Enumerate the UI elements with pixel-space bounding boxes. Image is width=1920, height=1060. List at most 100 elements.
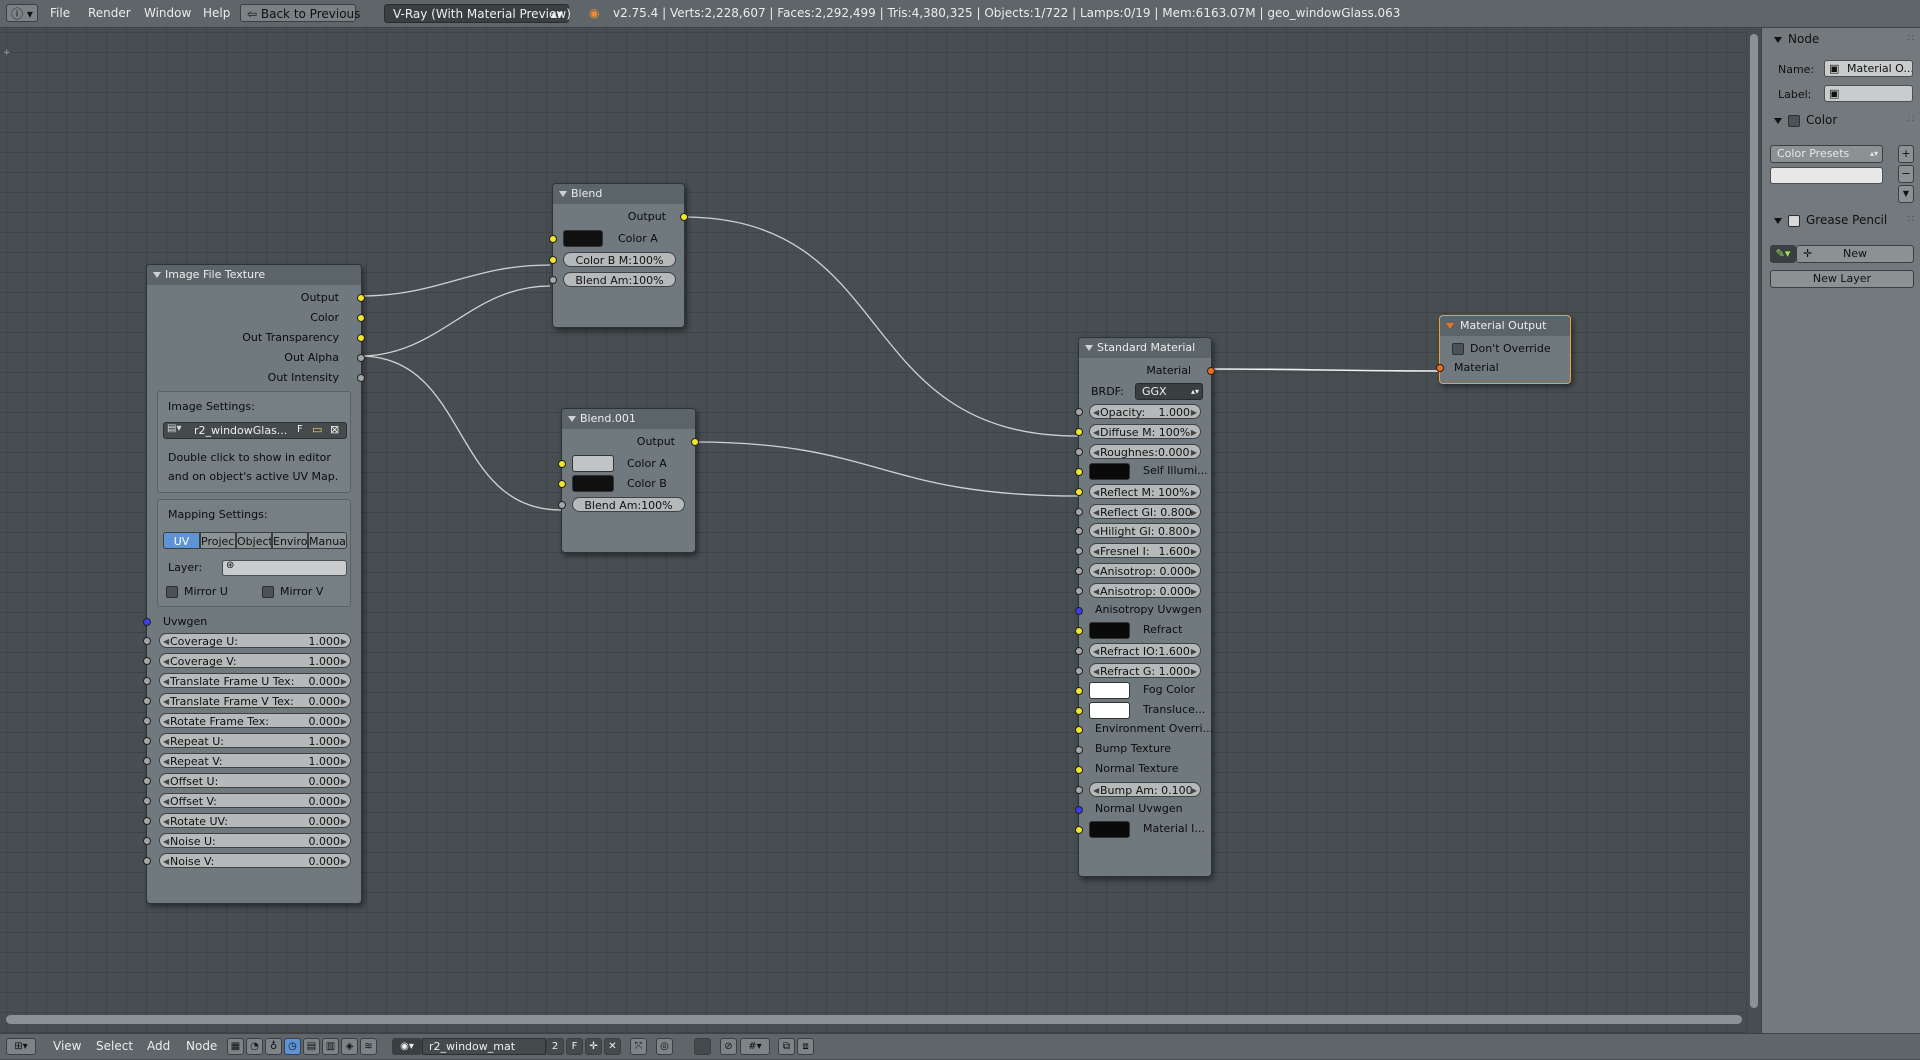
bump-texture-socket[interactable] bbox=[1075, 746, 1083, 755]
menu-view[interactable]: View bbox=[53, 1034, 81, 1059]
anisotropy-socket[interactable] bbox=[1075, 567, 1083, 576]
opacity-socket[interactable] bbox=[1075, 408, 1083, 416]
paste-nodes-icon[interactable]: ⧈ bbox=[797, 1038, 814, 1055]
param-field[interactable]: ◀ Translate Frame U Tex: 0.000 ▶ bbox=[159, 673, 351, 688]
menu-file[interactable]: File bbox=[50, 0, 70, 27]
vertical-scrollbar[interactable] bbox=[1750, 34, 1758, 1008]
param-input-socket[interactable] bbox=[143, 797, 151, 805]
left-arrow-icon[interactable]: ◀ bbox=[163, 654, 169, 667]
color-socket[interactable] bbox=[357, 314, 365, 322]
refract-socket[interactable] bbox=[1075, 626, 1083, 635]
fake-user-toggle[interactable]: F bbox=[297, 424, 303, 435]
node-header[interactable]: Blend bbox=[553, 184, 684, 204]
copy-nodes-icon[interactable]: ⧉ bbox=[778, 1038, 795, 1055]
color-b-multiplier-field[interactable]: Color B M:100% bbox=[563, 252, 676, 267]
param-field[interactable]: ◀ Coverage V: 1.000 ▶ bbox=[159, 653, 351, 668]
param-input-socket[interactable] bbox=[143, 717, 151, 725]
refract-glossiness-socket[interactable] bbox=[1075, 666, 1083, 675]
blend-amount-socket[interactable] bbox=[558, 501, 566, 509]
blend-amount-field[interactable]: Blend Am:100% bbox=[563, 272, 676, 287]
editor-type-button[interactable]: ⓘ ▾ bbox=[6, 4, 38, 22]
collapse-icon[interactable] bbox=[153, 272, 161, 278]
brdf-select[interactable]: GGX ▴▾ bbox=[1135, 383, 1203, 400]
color-b-socket[interactable] bbox=[549, 256, 557, 264]
right-arrow-icon[interactable]: ▶ bbox=[1191, 664, 1197, 677]
color-a-swatch[interactable] bbox=[572, 455, 614, 472]
left-arrow-icon[interactable]: ◀ bbox=[163, 674, 169, 687]
close-icon[interactable]: ✕ bbox=[604, 1038, 621, 1055]
add-preset-button[interactable]: + bbox=[1898, 145, 1914, 163]
node-header[interactable]: Standard Material bbox=[1079, 338, 1211, 358]
backdrop-icon[interactable] bbox=[694, 1038, 711, 1055]
fresnel-ior-field[interactable]: ◀ Fresnel I: 1.600 ▶ bbox=[1089, 543, 1201, 559]
grease-pencil-panel-header[interactable]: Grease Pencil bbox=[1762, 209, 1887, 231]
left-arrow-icon[interactable]: ◀ bbox=[1093, 485, 1099, 498]
refract-ior-socket[interactable] bbox=[1075, 646, 1083, 655]
anisotropy-rotation-socket[interactable] bbox=[1075, 587, 1083, 596]
reflect-glossiness-field[interactable]: ◀ Reflect Gl: 0.800 ▶ bbox=[1089, 503, 1201, 519]
bump-amount-socket[interactable] bbox=[1075, 786, 1083, 795]
refract-glossiness-field[interactable]: ◀ Refract G: 1.000 ▶ bbox=[1089, 662, 1201, 678]
normal-uvwgen-socket[interactable] bbox=[1075, 806, 1083, 814]
lamp-icon[interactable]: ♁ bbox=[265, 1038, 282, 1055]
right-arrow-icon[interactable]: ▶ bbox=[1191, 405, 1197, 418]
fresnel-ior-socket[interactable] bbox=[1075, 547, 1083, 556]
drag-handle-icon[interactable]: ∷ bbox=[1908, 214, 1915, 225]
left-arrow-icon[interactable]: ◀ bbox=[1093, 425, 1099, 438]
node-header[interactable]: Image File Texture bbox=[147, 265, 361, 285]
right-arrow-icon[interactable]: ▶ bbox=[1191, 445, 1197, 458]
right-arrow-icon[interactable]: ▶ bbox=[341, 674, 347, 687]
close-icon[interactable]: ⊠ bbox=[330, 423, 339, 436]
param-field[interactable]: ◀ Rotate UV: 0.000 ▶ bbox=[159, 813, 351, 828]
out-alpha-socket[interactable] bbox=[357, 354, 365, 362]
color-a-socket[interactable] bbox=[558, 460, 566, 468]
self-illumination-swatch[interactable] bbox=[1089, 462, 1130, 480]
node-header[interactable]: Material Output bbox=[1440, 316, 1570, 336]
image-selector[interactable]: ▤▾ r2_windowGlas... F ▭ ⊠ bbox=[163, 422, 347, 439]
left-arrow-icon[interactable]: ◀ bbox=[1093, 544, 1099, 557]
texture-icon[interactable]: ▤ bbox=[303, 1038, 320, 1055]
right-arrow-icon[interactable]: ▶ bbox=[341, 794, 347, 807]
diffuse-field[interactable]: ◀ Diffuse M: 100% ▶ bbox=[1089, 423, 1201, 439]
left-arrow-icon[interactable]: ◀ bbox=[1093, 644, 1099, 657]
mapping-tab-object[interactable]: Object bbox=[236, 532, 272, 549]
remove-preset-button[interactable]: − bbox=[1898, 165, 1914, 183]
editor-type-button[interactable]: ⊞▾ bbox=[6, 1038, 36, 1055]
mirror-v-checkbox[interactable] bbox=[262, 586, 274, 598]
left-arrow-icon[interactable]: ◀ bbox=[163, 634, 169, 647]
param-input-socket[interactable] bbox=[143, 757, 151, 765]
translucency-swatch[interactable] bbox=[1089, 701, 1130, 719]
menu-add[interactable]: Add bbox=[147, 1034, 170, 1059]
param-input-socket[interactable] bbox=[143, 637, 151, 645]
node-panel-header[interactable]: Node bbox=[1762, 28, 1819, 50]
right-arrow-icon[interactable]: ▶ bbox=[341, 754, 347, 767]
anisotropy-rotation-field[interactable]: ◀ Anisotrop: 0.000 ▶ bbox=[1089, 583, 1201, 599]
self-illumination-socket[interactable] bbox=[1075, 467, 1083, 476]
right-arrow-icon[interactable]: ▶ bbox=[341, 634, 347, 647]
bump-amount-field[interactable]: ◀ Bump Am: 0.100 ▶ bbox=[1089, 782, 1201, 798]
new-grease-pencil-button[interactable]: ✛ New bbox=[1796, 245, 1914, 263]
open-folder-icon[interactable]: ▭ bbox=[312, 423, 322, 436]
param-input-socket[interactable] bbox=[143, 857, 151, 865]
reflect-field[interactable]: ◀ Reflect M: 100% ▶ bbox=[1089, 483, 1201, 499]
refract-ior-field[interactable]: ◀ Refract IO:1.600 ▶ bbox=[1089, 642, 1201, 658]
left-arrow-icon[interactable]: ◀ bbox=[1093, 405, 1099, 418]
left-arrow-icon[interactable]: ◀ bbox=[1093, 564, 1099, 577]
param-field[interactable]: ◀ Noise U: 0.000 ▶ bbox=[159, 833, 351, 848]
use-nodes-icon[interactable]: ⤧ bbox=[630, 1038, 647, 1055]
left-arrow-icon[interactable]: ◀ bbox=[163, 754, 169, 767]
left-arrow-icon[interactable]: ◀ bbox=[1093, 445, 1099, 458]
color-panel-header[interactable]: Color bbox=[1762, 109, 1837, 131]
blend-001-node[interactable]: Blend.001 Output Color A Color B Blend A… bbox=[558, 408, 699, 553]
color-b-swatch[interactable] bbox=[572, 475, 614, 492]
material-id-swatch[interactable] bbox=[1089, 820, 1130, 838]
right-arrow-icon[interactable]: ▶ bbox=[341, 734, 347, 747]
left-arrow-icon[interactable]: ◀ bbox=[163, 834, 169, 847]
color-presets-select[interactable]: Color Presets ▴▾ bbox=[1770, 145, 1883, 163]
param-field[interactable]: ◀ Translate Frame V Tex: 0.000 ▶ bbox=[159, 693, 351, 708]
collapse-icon[interactable] bbox=[568, 416, 576, 422]
menu-window[interactable]: Window bbox=[144, 0, 191, 27]
blend-node[interactable]: Blend Output Color A Color B M:100% Blen… bbox=[549, 183, 688, 328]
param-input-socket[interactable] bbox=[143, 697, 151, 705]
refract-swatch[interactable] bbox=[1089, 621, 1130, 639]
